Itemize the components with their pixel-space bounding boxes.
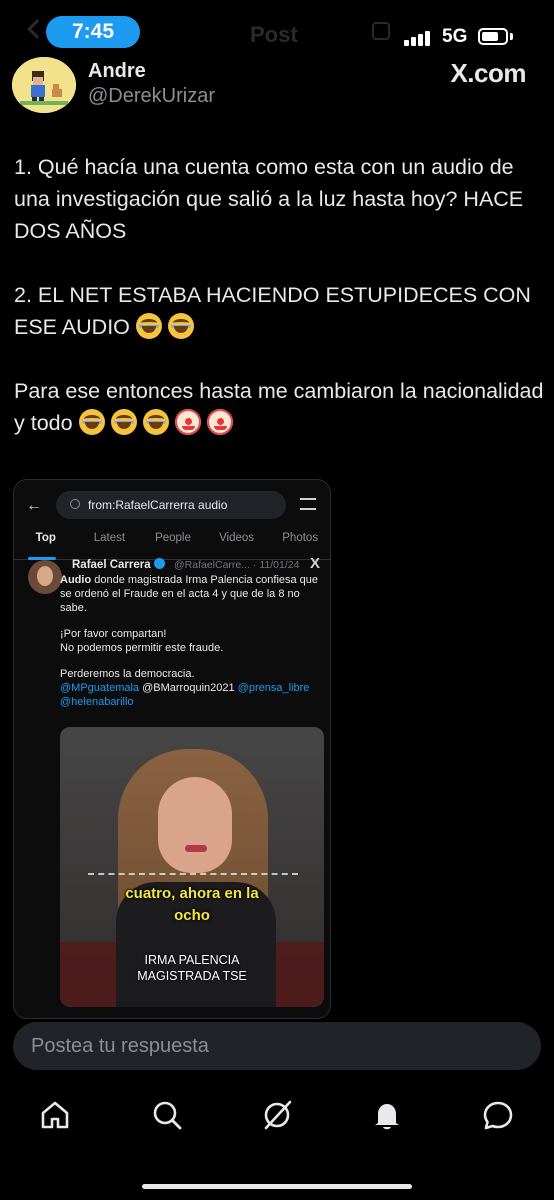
embedded-tab-people: People (155, 532, 191, 544)
grok-icon[interactable] (260, 1098, 294, 1132)
embedded-author-avatar (28, 560, 62, 594)
status-bar: 7:45 Post 5G (0, 0, 554, 62)
notifications-bell-icon[interactable] (370, 1098, 404, 1132)
author-handle[interactable]: @DerekUrizar (88, 85, 215, 108)
embedded-search-bar: from:RafaelCarrerra audio (56, 491, 286, 519)
bottom-nav (0, 1088, 554, 1144)
tears-of-joy-emoji-icon (110, 409, 137, 435)
author-name[interactable]: Andre (88, 60, 146, 83)
search-icon (70, 499, 80, 509)
embedded-tab-latest: Latest (93, 532, 126, 544)
embedded-author-name: Rafael Carrera (72, 558, 165, 571)
verified-badge-icon (153, 558, 165, 569)
lower-third-title: MAGISTRADA TSE (137, 969, 247, 983)
clown-face-emoji-icon (206, 409, 233, 435)
attached-screenshot-image[interactable]: ← from:RafaelCarrerra audio Top Latest P… (13, 479, 331, 1019)
embedded-tab-top: Top (14, 528, 78, 560)
post-text: 1. Qué hacía una cuenta como esta con un… (14, 151, 544, 471)
clown-face-emoji-icon (174, 409, 201, 435)
reply-input[interactable]: Postea tu respuesta (13, 1022, 541, 1070)
tears-of-joy-emoji-icon (142, 409, 169, 435)
tears-of-joy-emoji-icon (78, 409, 105, 435)
embedded-back-arrow-icon: ← (26, 497, 42, 514)
filter-icon (300, 498, 316, 510)
search-icon[interactable] (150, 1098, 184, 1132)
embedded-tweet-text: Audio donde magistrada Irma Palencia con… (60, 574, 319, 708)
lower-third-name: IRMA PALENCIA (144, 953, 240, 967)
embedded-tab-photos: Photos (282, 532, 319, 544)
x-logo-icon: X (310, 555, 321, 572)
tears-of-joy-emoji-icon (167, 313, 194, 339)
home-indicator[interactable] (142, 1184, 412, 1189)
home-icon[interactable] (38, 1098, 72, 1132)
header-title-faded: Post (250, 22, 298, 47)
audio-waveform (88, 873, 298, 883)
cellular-signal-icon (404, 28, 432, 46)
status-time[interactable]: 7:45 (46, 16, 140, 48)
embedded-tab-videos: Videos (219, 532, 255, 544)
embedded-tabs: Top Latest People Videos Photos (14, 528, 330, 560)
post-paragraph-2: 2. EL NET ESTABA HACIENDO ESTUPIDECES CO… (14, 283, 531, 339)
post-paragraph-3: Para ese entonces hasta me cambiaron la … (14, 379, 544, 435)
tears-of-joy-emoji-icon (135, 313, 162, 339)
network-type: 5G (442, 26, 468, 47)
faded-header-icon (372, 22, 390, 40)
embedded-video-thumbnail: cuatro, ahora en la ocho IRMA PALENCIA M… (60, 727, 324, 1007)
author-avatar[interactable] (12, 57, 76, 113)
x-com-watermark: X.com (450, 58, 526, 88)
video-subtitle: ocho (174, 907, 210, 924)
battery-icon (478, 28, 508, 45)
embedded-handle-date: @RafaelCarre... · 11/01/24 (174, 559, 300, 571)
post-paragraph: 1. Qué hacía una cuenta como esta con un… (14, 155, 524, 243)
video-subtitle: cuatro, ahora en la (125, 885, 259, 902)
messages-icon[interactable] (481, 1098, 515, 1132)
back-arrow-icon[interactable] (27, 19, 47, 39)
